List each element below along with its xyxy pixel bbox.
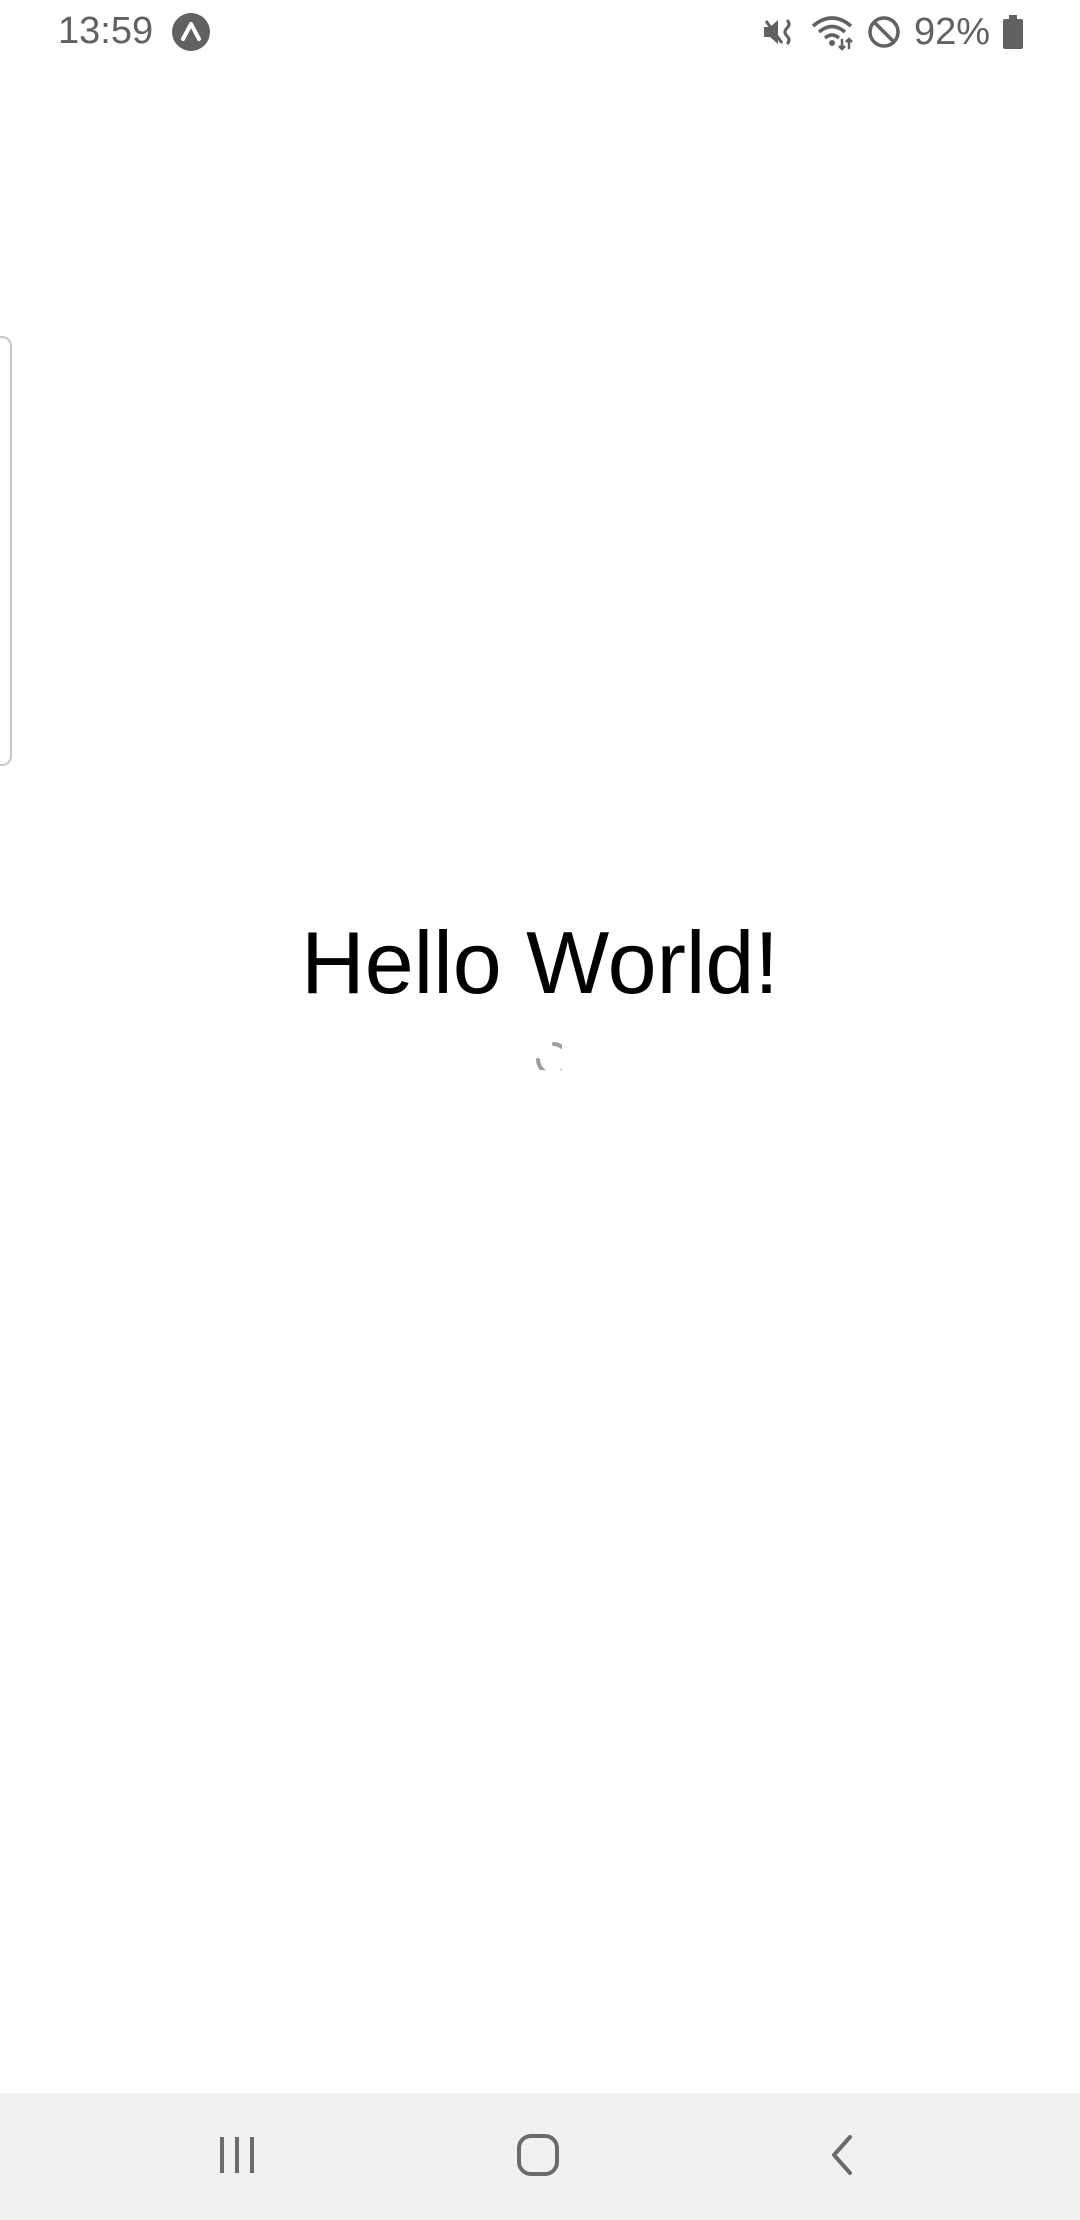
status-time: 13:59	[58, 10, 154, 52]
wifi-icon	[810, 13, 854, 51]
home-button[interactable]	[488, 2115, 588, 2199]
loading-spinner	[518, 1026, 570, 1076]
battery-icon	[1002, 14, 1024, 50]
expo-icon	[172, 13, 210, 51]
do-not-disturb-icon	[866, 14, 902, 50]
status-bar: 13:59 92%	[0, 0, 1080, 64]
recents-button[interactable]	[187, 2115, 287, 2199]
app-screen: 13:59 92% Hello World!	[0, 0, 1080, 2220]
battery-percent: 92%	[913, 10, 990, 53]
home-icon	[514, 2131, 562, 2184]
recents-icon	[215, 2133, 259, 2182]
edge-panel-handle[interactable]	[0, 336, 12, 766]
hello-heading: Hello World!	[301, 913, 779, 1012]
status-icons: 92%	[760, 10, 1024, 54]
navigation-bar	[0, 2093, 1080, 2220]
back-button[interactable]	[792, 2115, 892, 2199]
back-icon	[822, 2131, 862, 2184]
mute-vibrate-icon	[760, 13, 798, 51]
